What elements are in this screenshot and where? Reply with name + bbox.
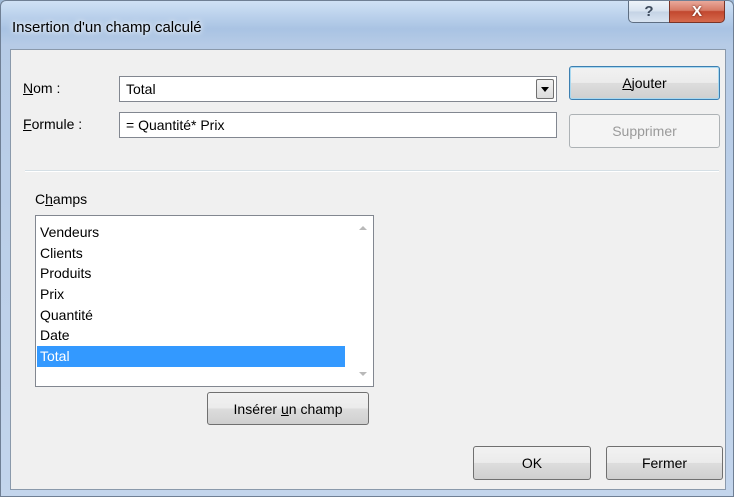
listbox-scrollbar[interactable] (352, 216, 373, 386)
formula-field[interactable]: = Quantité* Prix (119, 112, 557, 138)
fields-listbox[interactable]: Vendeurs Clients Produits Prix Quantité Date T… (35, 215, 374, 387)
name-value[interactable]: Total (126, 81, 156, 97)
ok-button[interactable]: OK (473, 446, 591, 480)
list-item[interactable]: Date (37, 325, 345, 346)
list-item[interactable]: Produits (37, 263, 345, 284)
ok-button-label: OK (521, 455, 543, 471)
close-button[interactable]: X (669, 1, 725, 23)
delete-button[interactable]: Supprimer (569, 114, 720, 148)
list-item[interactable]: Prix (37, 284, 345, 305)
name-dropdown-button[interactable] (536, 79, 554, 99)
fields-list: Vendeurs Clients Produits Prix Quantité Date T… (37, 222, 345, 367)
title-bar[interactable]: Insertion d'un champ calculé ? X (1, 1, 733, 49)
chevron-down-icon (541, 86, 549, 92)
add-button[interactable]: Ajouter (569, 66, 720, 100)
question-mark-icon: ? (644, 3, 654, 20)
close-icon: X (691, 3, 702, 20)
list-item[interactable]: Clients (37, 243, 345, 264)
name-combobox[interactable]: Total (119, 76, 557, 102)
list-item[interactable]: Total (37, 346, 345, 367)
scroll-up-icon[interactable] (359, 226, 367, 230)
fields-label: Champs (35, 191, 88, 207)
insert-field-button-label: Insérer un champ (233, 400, 343, 417)
dialog-title: Insertion d'un champ calculé (12, 19, 202, 36)
formula-label: Formule : (23, 116, 83, 132)
dialog-window: Insertion d'un champ calculé ? X Nom : T… (0, 0, 734, 497)
list-item[interactable]: Quantité (37, 305, 345, 326)
scroll-down-icon[interactable] (359, 372, 367, 376)
separator (25, 170, 719, 172)
list-item[interactable]: Vendeurs (37, 222, 345, 243)
dialog-body: Nom : Total Formule : = Quantité* Prix A… (10, 49, 726, 490)
help-button[interactable]: ? (628, 1, 670, 23)
close-dialog-button-label: Fermer (641, 455, 688, 471)
insert-field-button[interactable]: Insérer un champ (207, 392, 369, 425)
name-label: Nom : (23, 80, 61, 96)
close-dialog-button[interactable]: Fermer (606, 446, 723, 480)
formula-value[interactable]: = Quantité* Prix (126, 117, 224, 133)
add-button-label: Ajouter (622, 75, 667, 91)
delete-button-label: Supprimer (612, 123, 677, 139)
